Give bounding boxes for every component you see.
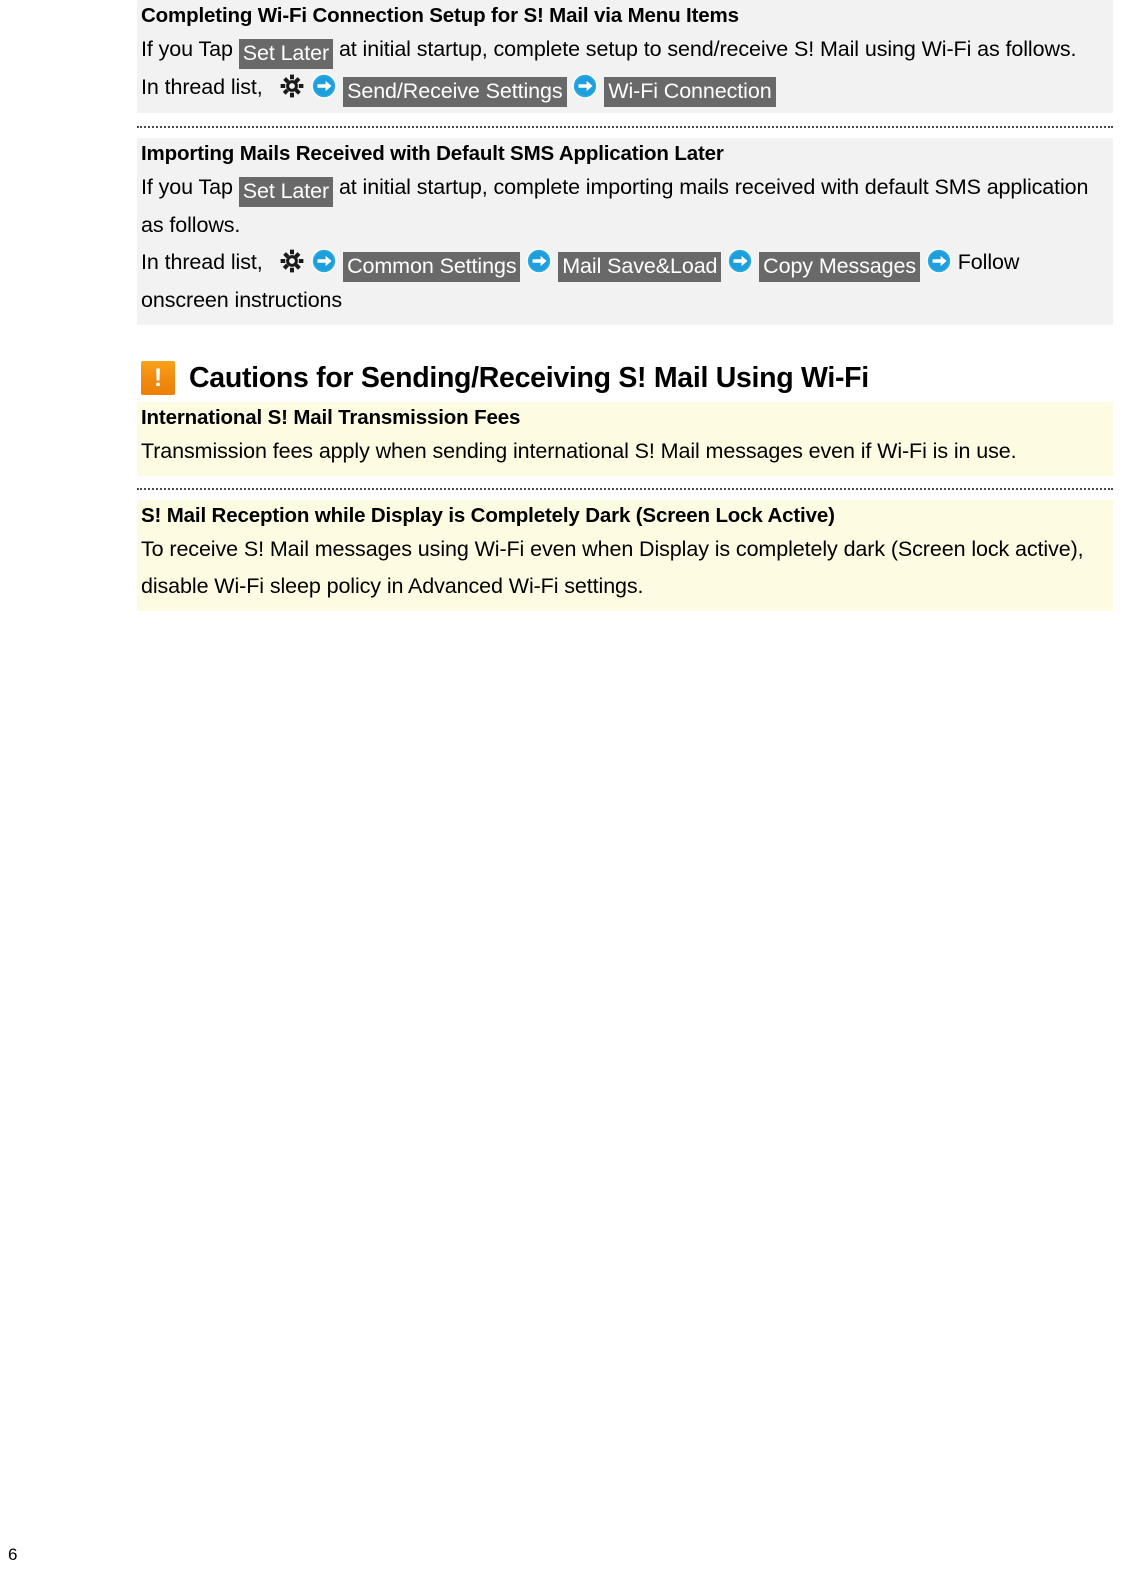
blue-arrow-right-icon — [572, 73, 599, 99]
blue-arrow-right-icon — [311, 73, 338, 99]
gap-3 — [137, 476, 1113, 488]
cautions-heading: ! Cautions for Sending/Receiving S! Mail… — [137, 361, 1113, 395]
cautions-heading-text: Cautions for Sending/Receiving S! Mail U… — [189, 362, 869, 394]
caution-body-dark-display-reception: To receive S! Mail messages using Wi-Fi … — [141, 537, 1084, 598]
section-body-wifi-setup: If you Tap Set Later at initial startup,… — [141, 31, 1109, 69]
blue-arrow-right-icon — [311, 248, 338, 274]
menu-item-copy-messages[interactable]: Copy Messages — [759, 252, 921, 282]
menu-item-common-settings[interactable]: Common Settings — [343, 252, 521, 282]
gap-4 — [137, 490, 1113, 500]
section-body-importing-mails: If you Tap Set Later at initial startup,… — [141, 169, 1109, 244]
gap-1 — [137, 113, 1113, 126]
path-lead-text: In thread list, — [141, 75, 263, 99]
blue-arrow-right-icon — [526, 248, 553, 274]
page-content: Completing Wi-Fi Connection Setup for S!… — [137, 0, 1113, 611]
caution-body-international-fees: Transmission fees apply when sending int… — [141, 439, 1017, 463]
path-lead-text: In thread list, — [141, 250, 263, 274]
section-importing-mails: Importing Mails Received with Default SM… — [137, 138, 1113, 325]
caution-dark-display-reception: S! Mail Reception while Display is Compl… — [137, 500, 1113, 611]
blue-arrow-right-icon — [926, 248, 952, 274]
warning-icon: ! — [141, 361, 175, 395]
page-number: 6 — [8, 1545, 18, 1564]
menu-item-wifi-connection[interactable]: Wi-Fi Connection — [604, 77, 776, 107]
section-wifi-setup: Completing Wi-Fi Connection Setup for S!… — [137, 0, 1113, 113]
section-title-importing-mails: Importing Mails Received with Default SM… — [141, 142, 724, 165]
menu-path-importing-mails: In thread list, Common Settings Mail Sav… — [141, 244, 1109, 319]
body-lead-text: If you Tap — [141, 175, 233, 199]
body-mid-text: at initial startup, complete setup to se… — [338, 37, 1077, 61]
document-page: Completing Wi-Fi Connection Setup for S!… — [0, 0, 1123, 1581]
chip-set-later[interactable]: Set Later — [238, 177, 334, 207]
blue-arrow-right-icon — [727, 248, 754, 274]
caution-title-international-fees: International S! Mail Transmission Fees — [141, 406, 521, 429]
chip-set-later[interactable]: Set Later — [238, 39, 334, 69]
menu-item-mail-save-load[interactable]: Mail Save&Load — [558, 252, 722, 282]
body-lead-text: If you Tap — [141, 37, 233, 61]
gear-icon[interactable] — [279, 73, 305, 99]
warning-icon-glyph: ! — [153, 364, 163, 392]
caution-international-fees: International S! Mail Transmission Fees … — [137, 402, 1113, 476]
caution-title-dark-display-reception: S! Mail Reception while Display is Compl… — [141, 504, 835, 527]
menu-item-send-receive-settings[interactable]: Send/Receive Settings — [343, 77, 567, 107]
gap-2 — [137, 128, 1113, 138]
section-title-wifi-setup: Completing Wi-Fi Connection Setup for S!… — [141, 4, 739, 27]
menu-path-wifi-setup: In thread list, Send/Receive Settings Wi… — [141, 69, 1109, 107]
gear-icon[interactable] — [279, 248, 305, 274]
